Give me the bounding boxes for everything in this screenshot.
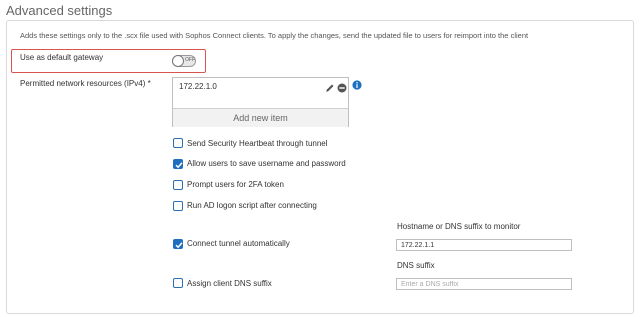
toggle-knob <box>172 55 184 67</box>
toggle-state-text: OFF <box>185 57 195 63</box>
run-ad-logon-checkbox[interactable] <box>173 201 183 211</box>
assign-dns-suffix-checkbox[interactable] <box>173 278 183 288</box>
run-ad-logon-label: Run AD logon script after connecting <box>187 201 317 210</box>
prompt-2fa-checkbox[interactable] <box>173 180 183 190</box>
resource-item: 172.22.1.0 <box>179 82 217 91</box>
section-description: Adds these settings only to the .scx fil… <box>20 31 529 40</box>
default-gateway-label: Use as default gateway <box>20 53 104 62</box>
send-heartbeat-checkbox[interactable] <box>173 138 183 148</box>
dns-suffix-label: DNS suffix <box>397 261 435 270</box>
monitor-host-input[interactable] <box>396 239 572 251</box>
monitor-host-label: Hostname or DNS suffix to monitor <box>397 222 521 231</box>
remove-item-icon[interactable] <box>337 83 347 93</box>
add-new-item-button[interactable]: Add new item <box>173 108 348 127</box>
permitted-resources-label: Permitted network resources (IPv4) * <box>20 79 151 88</box>
send-heartbeat-label: Send Security Heartbeat through tunnel <box>187 139 328 148</box>
info-icon[interactable] <box>352 80 362 90</box>
allow-save-credentials-label: Allow users to save username and passwor… <box>187 159 346 168</box>
check-icon <box>175 162 183 169</box>
assign-dns-suffix-label: Assign client DNS suffix <box>187 279 272 288</box>
edit-icon[interactable] <box>325 83 335 93</box>
connect-auto-checkbox[interactable] <box>173 239 183 249</box>
allow-save-credentials-checkbox[interactable] <box>173 159 183 169</box>
default-gateway-toggle[interactable]: OFF <box>172 55 196 67</box>
prompt-2fa-label: Prompt users for 2FA token <box>187 180 284 189</box>
check-icon <box>175 242 183 249</box>
dns-suffix-input[interactable] <box>396 278 572 290</box>
permitted-resources-list: 172.22.1.0 Add new item <box>172 77 349 127</box>
section-title: Advanced settings <box>6 3 113 18</box>
connect-auto-label: Connect tunnel automatically <box>187 239 290 248</box>
